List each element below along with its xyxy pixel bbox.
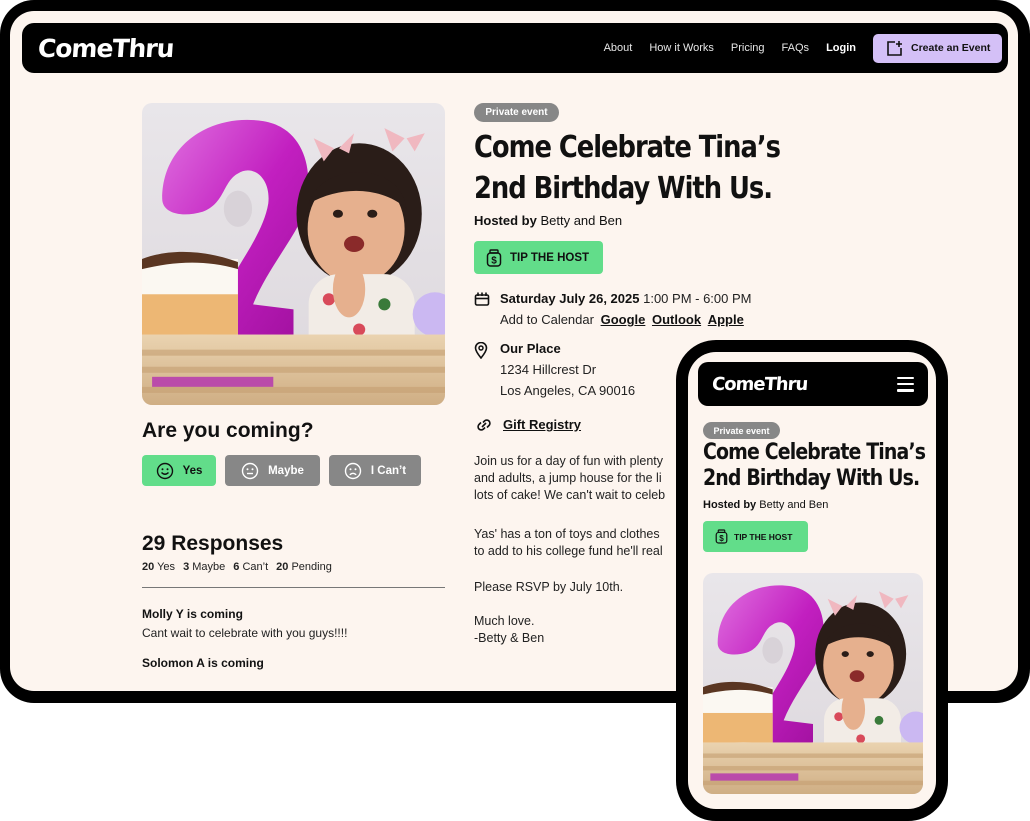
sad-face-icon	[344, 462, 362, 479]
event-description: Join us for a day of fun with plenty and…	[474, 454, 666, 502]
responses-title: 29 Responses	[142, 532, 284, 555]
event-location-row: Our Place 1234 Hillcrest Dr Los Angeles,…	[474, 338, 635, 401]
login-link[interactable]: Login	[826, 42, 856, 54]
private-event-badge: Private event	[474, 103, 559, 122]
neutral-face-icon	[241, 462, 259, 479]
smile-icon	[156, 462, 173, 479]
address-line1: 1234 Hillcrest Dr	[500, 362, 597, 377]
nav-link-about[interactable]: About	[604, 42, 633, 54]
link-icon	[477, 419, 491, 431]
svg-text:$: $	[719, 534, 724, 543]
brand-logo[interactable]: ComeThru	[37, 34, 175, 63]
tip-label: TIP THE HOST	[510, 251, 590, 264]
phone-navbar: ComeThru	[698, 362, 928, 406]
count-pending: 20 Pending	[276, 561, 332, 573]
rsvp-buttons: Yes Maybe I Can’t	[142, 455, 430, 486]
phone-event-title: Come Celebrate Tina’s 2nd Birthday With …	[703, 440, 926, 491]
calendar-icon	[474, 292, 490, 306]
rsvp-cant-label: I Can’t	[370, 464, 407, 477]
phone-mockup-frame: ComeThru Private event Come Celebrate Ti…	[676, 340, 948, 821]
address-line2: Los Angeles, CA 90016	[500, 383, 636, 398]
rsvp-deadline: Please RSVP by July 10th.	[474, 580, 624, 594]
event-title: Come Celebrate Tina’s 2nd Birthday With …	[474, 130, 781, 206]
rsvp-question: Are you coming?	[142, 419, 314, 442]
create-event-button[interactable]: Create an Event	[873, 33, 1002, 63]
rsvp-yes-button[interactable]: Yes	[142, 455, 216, 486]
phone-hosted-by: Hosted by Betty and Ben	[703, 499, 829, 511]
money-jar-icon: $	[715, 529, 728, 544]
event-date: Saturday July 26, 2025	[500, 291, 640, 306]
rsvp-maybe-label: Maybe	[268, 464, 304, 477]
response-name: Molly Y is coming	[142, 607, 243, 621]
count-maybe: 3 Maybe	[183, 561, 226, 573]
tip-the-host-button[interactable]: $ TIP THE HOST	[474, 241, 603, 274]
response-counts: 20 Yes 3 Maybe 6 Can’t 20 Pending	[142, 561, 340, 573]
event-description-2: Yas' has a ton of toys and clothes to ad…	[474, 527, 663, 558]
response-name: Solomon A is coming	[142, 656, 264, 670]
responses-divider	[142, 587, 445, 588]
money-jar-icon: $	[486, 248, 502, 267]
nav-links: About How it Works Pricing FAQs Login Cr…	[587, 33, 1008, 63]
event-hero-image	[142, 103, 445, 405]
signoff: Much love. -Betty & Ben	[474, 614, 545, 645]
phone-brand-logo[interactable]: ComeThru	[711, 374, 808, 395]
calendar-google-link[interactable]: Google	[601, 312, 646, 327]
location-pin-icon	[474, 341, 488, 360]
phone-private-event-badge: Private event	[703, 422, 780, 439]
nav-link-faqs[interactable]: FAQs	[782, 42, 810, 54]
place-name: Our Place	[500, 341, 561, 356]
svg-text:$: $	[491, 255, 497, 266]
count-yes: 20 Yes	[142, 561, 176, 573]
hosted-by: Hosted by Betty and Ben	[474, 213, 623, 228]
response-message: Cant wait to celebrate with you guys!!!!	[142, 626, 348, 640]
rsvp-yes-label: Yes	[182, 464, 203, 477]
phone-screen: ComeThru Private event Come Celebrate Ti…	[688, 352, 936, 809]
count-cant: 6 Can’t	[233, 561, 269, 573]
event-date-row: Saturday July 26, 2025 1:00 PM - 6:00 PM…	[474, 288, 752, 330]
add-square-icon	[887, 40, 902, 56]
calendar-apple-link[interactable]: Apple	[708, 312, 744, 327]
gift-registry-row: Gift Registry	[474, 414, 581, 437]
phone-tip-the-host-button[interactable]: $ TIP THE HOST	[703, 521, 808, 552]
rsvp-cant-button[interactable]: I Can’t	[329, 455, 421, 486]
create-event-label: Create an Event	[911, 42, 991, 54]
add-to-calendar-label: Add to Calendar	[500, 312, 594, 327]
nav-link-how-it-works[interactable]: How it Works	[649, 42, 714, 54]
rsvp-maybe-button[interactable]: Maybe	[225, 455, 320, 486]
phone-tip-label: TIP THE HOST	[734, 531, 793, 542]
gift-registry-link[interactable]: Gift Registry	[503, 417, 581, 432]
hamburger-menu-icon[interactable]	[897, 376, 914, 392]
phone-event-hero-image	[703, 573, 923, 794]
event-time: 1:00 PM - 6:00 PM	[643, 291, 752, 306]
nav-link-pricing[interactable]: Pricing	[731, 42, 765, 54]
calendar-outlook-link[interactable]: Outlook	[652, 312, 701, 327]
top-navbar: ComeThru About How it Works Pricing FAQs…	[22, 23, 1008, 73]
